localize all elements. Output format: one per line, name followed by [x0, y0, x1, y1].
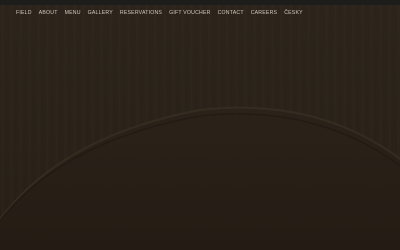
nav-item-reservations[interactable]: RESERVATIONS	[120, 10, 162, 17]
nav-item-about[interactable]: ABOUT	[39, 10, 58, 17]
main-nav: FIELD ABOUT MENU GALLERY RESERVATIONS GI…	[16, 10, 303, 17]
nav-item-menu[interactable]: MENU	[65, 10, 81, 17]
nav-item-careers[interactable]: CAREERS	[251, 10, 277, 17]
plate-edge-decoration	[0, 106, 400, 250]
nav-item-gallery[interactable]: GALLERY	[88, 10, 113, 17]
page: FIELD ABOUT MENU GALLERY RESERVATIONS GI…	[0, 0, 400, 250]
nav-item-language-czech[interactable]: ČESKY	[284, 10, 303, 17]
nav-item-contact[interactable]: CONTACT	[218, 10, 244, 17]
nav-item-field[interactable]: FIELD	[16, 10, 32, 17]
nav-item-gift-voucher[interactable]: GIFT VOUCHER	[169, 10, 211, 17]
